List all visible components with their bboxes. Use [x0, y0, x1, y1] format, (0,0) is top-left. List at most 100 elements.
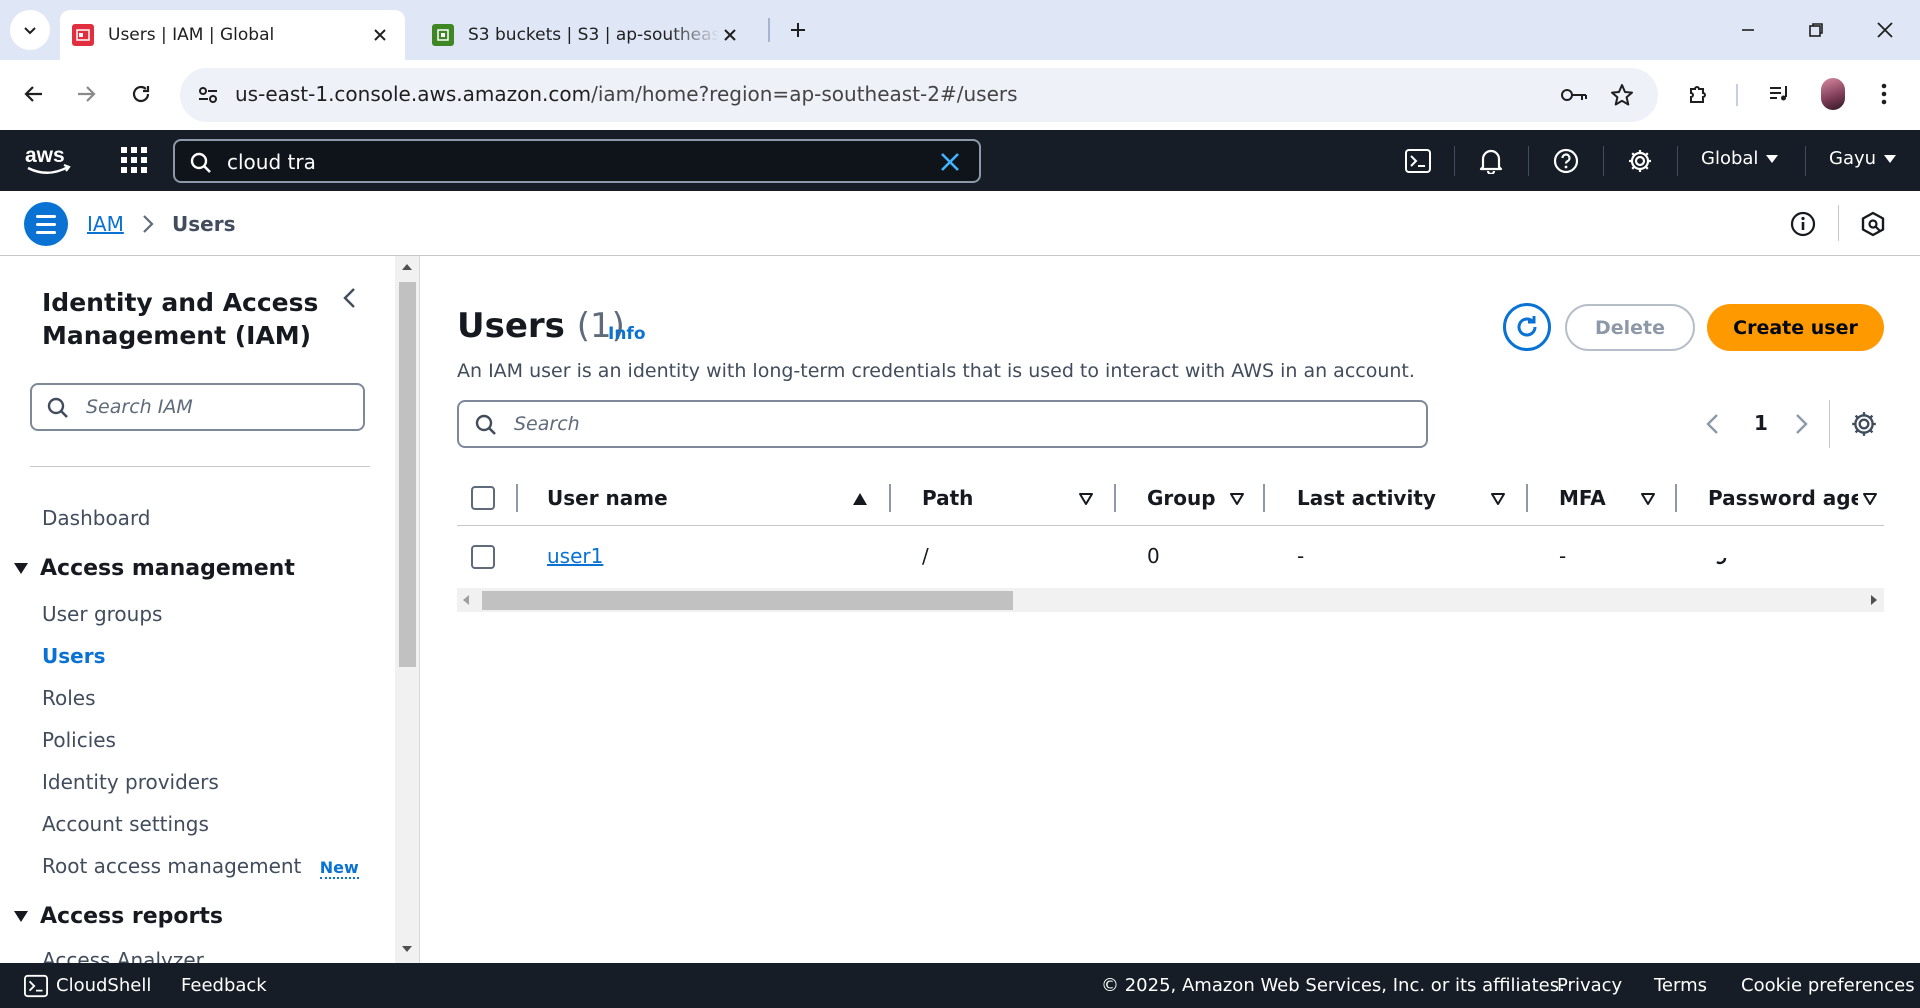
sidebar-item-account-settings[interactable]: Account settings [42, 812, 209, 836]
media-control-button[interactable] [1761, 76, 1797, 112]
aws-logo-icon[interactable]: aws [24, 142, 74, 178]
nav-divider [1528, 146, 1529, 176]
crumb-divider [1838, 205, 1839, 241]
close-icon[interactable] [369, 28, 391, 42]
sidebar-item-users[interactable]: Users [42, 644, 105, 668]
sidebar-item-roles[interactable]: Roles [42, 686, 96, 710]
side-nav-toggle-button[interactable] [24, 202, 68, 246]
reload-icon [132, 85, 150, 103]
column-header-mfa[interactable]: MFA [1559, 486, 1619, 510]
profile-avatar[interactable] [1821, 78, 1845, 110]
browser-menu-button[interactable] [1866, 76, 1902, 112]
select-all-checkbox[interactable] [471, 486, 495, 510]
delete-button[interactable]: Delete [1565, 304, 1695, 351]
close-window-button[interactable] [1863, 8, 1907, 52]
scrollbar-thumb[interactable] [482, 591, 1013, 610]
scrollbar-thumb[interactable] [399, 282, 416, 667]
sort-icon[interactable] [1490, 492, 1506, 506]
cloudshell-icon[interactable] [24, 974, 48, 998]
sidebar-item-policies[interactable]: Policies [42, 728, 116, 752]
clear-search-icon[interactable] [939, 151, 961, 173]
sidebar-title[interactable]: Identity and Access Management (IAM) [42, 286, 342, 352]
search-icon [475, 414, 496, 435]
sidebar-scrollbar[interactable] [395, 256, 420, 963]
create-user-button[interactable]: Create user [1707, 304, 1884, 351]
cloudshell-icon[interactable] [1404, 147, 1432, 175]
security-panel-button[interactable] [1859, 210, 1887, 238]
sidebar-item-identity-providers[interactable]: Identity providers [42, 770, 219, 794]
aws-search-input[interactable]: cloud tra [173, 139, 981, 183]
section-access-reports[interactable]: Access reports [14, 904, 223, 929]
scroll-right-arrow[interactable] [1871, 595, 1877, 605]
account-menu[interactable]: Gayu [1829, 148, 1897, 169]
sort-ascending-icon[interactable] [852, 492, 868, 506]
region-selector[interactable]: Global [1701, 148, 1779, 169]
settings-gear-icon[interactable] [1626, 147, 1654, 175]
pagination-next-icon[interactable] [1792, 413, 1810, 435]
column-header-user-name[interactable]: User name [547, 486, 747, 510]
feedback-link[interactable]: Feedback [181, 975, 267, 996]
privacy-link[interactable]: Privacy [1557, 975, 1622, 996]
browser-tab-s3[interactable]: S3 buckets | S3 | ap-southeast-2 [420, 10, 755, 60]
sort-icon[interactable] [1229, 492, 1245, 506]
table-horizontal-scrollbar[interactable] [457, 588, 1884, 612]
sidebar-item-dashboard[interactable]: Dashboard [42, 506, 151, 530]
new-tab-button[interactable] [780, 12, 816, 48]
pagination-prev-icon[interactable] [1704, 413, 1722, 435]
column-header-last-activity[interactable]: Last activity [1297, 486, 1467, 510]
svg-text:aws: aws [25, 144, 65, 167]
breadcrumb-current: Users [172, 212, 236, 236]
info-panel-button[interactable] [1789, 210, 1817, 238]
address-bar[interactable]: us-east-1.console.aws.amazon.com/iam/hom… [180, 68, 1658, 122]
collapse-chevron-left-icon[interactable] [338, 286, 362, 310]
column-header-groups[interactable]: Groups [1147, 486, 1215, 510]
help-icon[interactable] [1552, 147, 1580, 175]
column-divider [1526, 484, 1528, 512]
column-header-path[interactable]: Path [922, 486, 1042, 510]
breadcrumb-bar: IAM Users [0, 191, 1920, 256]
back-button[interactable] [14, 74, 54, 114]
plus-icon [791, 23, 805, 37]
sidebar-item-access-analyzer[interactable]: Access Analyzer [42, 948, 204, 963]
scroll-down-arrow[interactable] [402, 946, 412, 952]
table-settings-gear-icon[interactable] [1850, 410, 1878, 438]
reload-button[interactable] [121, 74, 161, 114]
section-access-management[interactable]: Access management [14, 556, 295, 581]
column-header-password-age[interactable]: Password age [1708, 486, 1858, 510]
user-name-link[interactable]: user1 [547, 544, 603, 568]
scroll-up-arrow[interactable] [402, 264, 412, 270]
minimize-button[interactable] [1726, 8, 1770, 52]
sort-icon[interactable] [1078, 492, 1094, 506]
services-grid-icon[interactable] [118, 144, 150, 176]
restore-button[interactable] [1794, 8, 1838, 52]
scroll-left-arrow[interactable] [463, 595, 469, 605]
bookmark-star-icon[interactable] [1607, 80, 1637, 110]
notifications-bell-icon[interactable] [1477, 147, 1505, 175]
extensions-button[interactable] [1681, 76, 1717, 112]
hamburger-icon [36, 214, 56, 218]
site-settings-icon[interactable] [194, 81, 222, 109]
row-checkbox[interactable] [471, 545, 495, 569]
pagination-page-number[interactable]: 1 [1754, 411, 1768, 435]
breadcrumb-iam-link[interactable]: IAM [87, 212, 124, 236]
sort-icon[interactable] [1640, 492, 1656, 506]
section-label: Access reports [40, 904, 223, 929]
cloudshell-link[interactable]: CloudShell [56, 975, 151, 996]
info-link[interactable]: Info [608, 324, 646, 344]
forward-button[interactable] [66, 74, 106, 114]
table-row[interactable]: user1 / 0 - - [457, 527, 1884, 587]
arrow-left-icon [24, 86, 42, 102]
users-search-input[interactable]: Search [457, 400, 1428, 448]
sort-icon[interactable] [1862, 492, 1878, 506]
sidebar-item-root-access-management[interactable]: Root access management New [42, 854, 359, 879]
terms-link[interactable]: Terms [1654, 975, 1707, 996]
tab-search-button[interactable] [10, 10, 50, 50]
refresh-button[interactable] [1503, 303, 1551, 351]
browser-tab-iam[interactable]: Users | IAM | Global [60, 10, 405, 60]
sidebar-item-user-groups[interactable]: User groups [42, 602, 162, 626]
users-search-placeholder: Search [514, 413, 580, 435]
key-icon[interactable] [1559, 80, 1589, 110]
cookie-preferences-link[interactable]: Cookie preferences [1741, 975, 1915, 996]
close-icon[interactable] [719, 28, 741, 42]
search-iam-input[interactable]: Search IAM [30, 383, 365, 431]
